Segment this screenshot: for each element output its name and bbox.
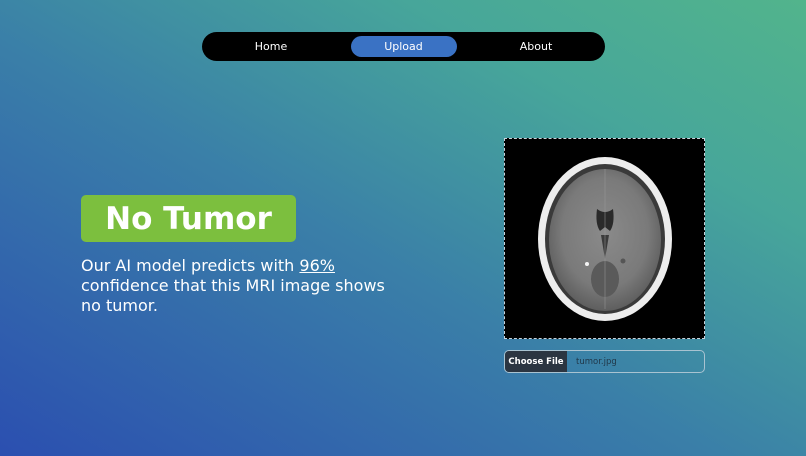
nav-upload[interactable]: Upload xyxy=(350,36,457,57)
choose-file-button[interactable]: Choose File xyxy=(505,351,567,372)
result-description: Our AI model predicts with 96% confidenc… xyxy=(81,256,401,316)
file-upload-field[interactable]: Choose File tumor.jpg xyxy=(504,350,705,373)
selected-file-name: tumor.jpg xyxy=(576,356,617,367)
description-suffix: confidence that this MRI image shows no … xyxy=(81,276,385,315)
top-nav: Home Upload About xyxy=(202,32,605,61)
nav-about[interactable]: About xyxy=(483,36,589,57)
description-prefix: Our AI model predicts with xyxy=(81,256,300,275)
confidence-value: 96% xyxy=(299,256,335,275)
mri-image-preview xyxy=(504,138,705,339)
result-badge: No Tumor xyxy=(81,195,296,242)
brain-scan-image xyxy=(538,157,672,321)
nav-home[interactable]: Home xyxy=(218,36,324,57)
